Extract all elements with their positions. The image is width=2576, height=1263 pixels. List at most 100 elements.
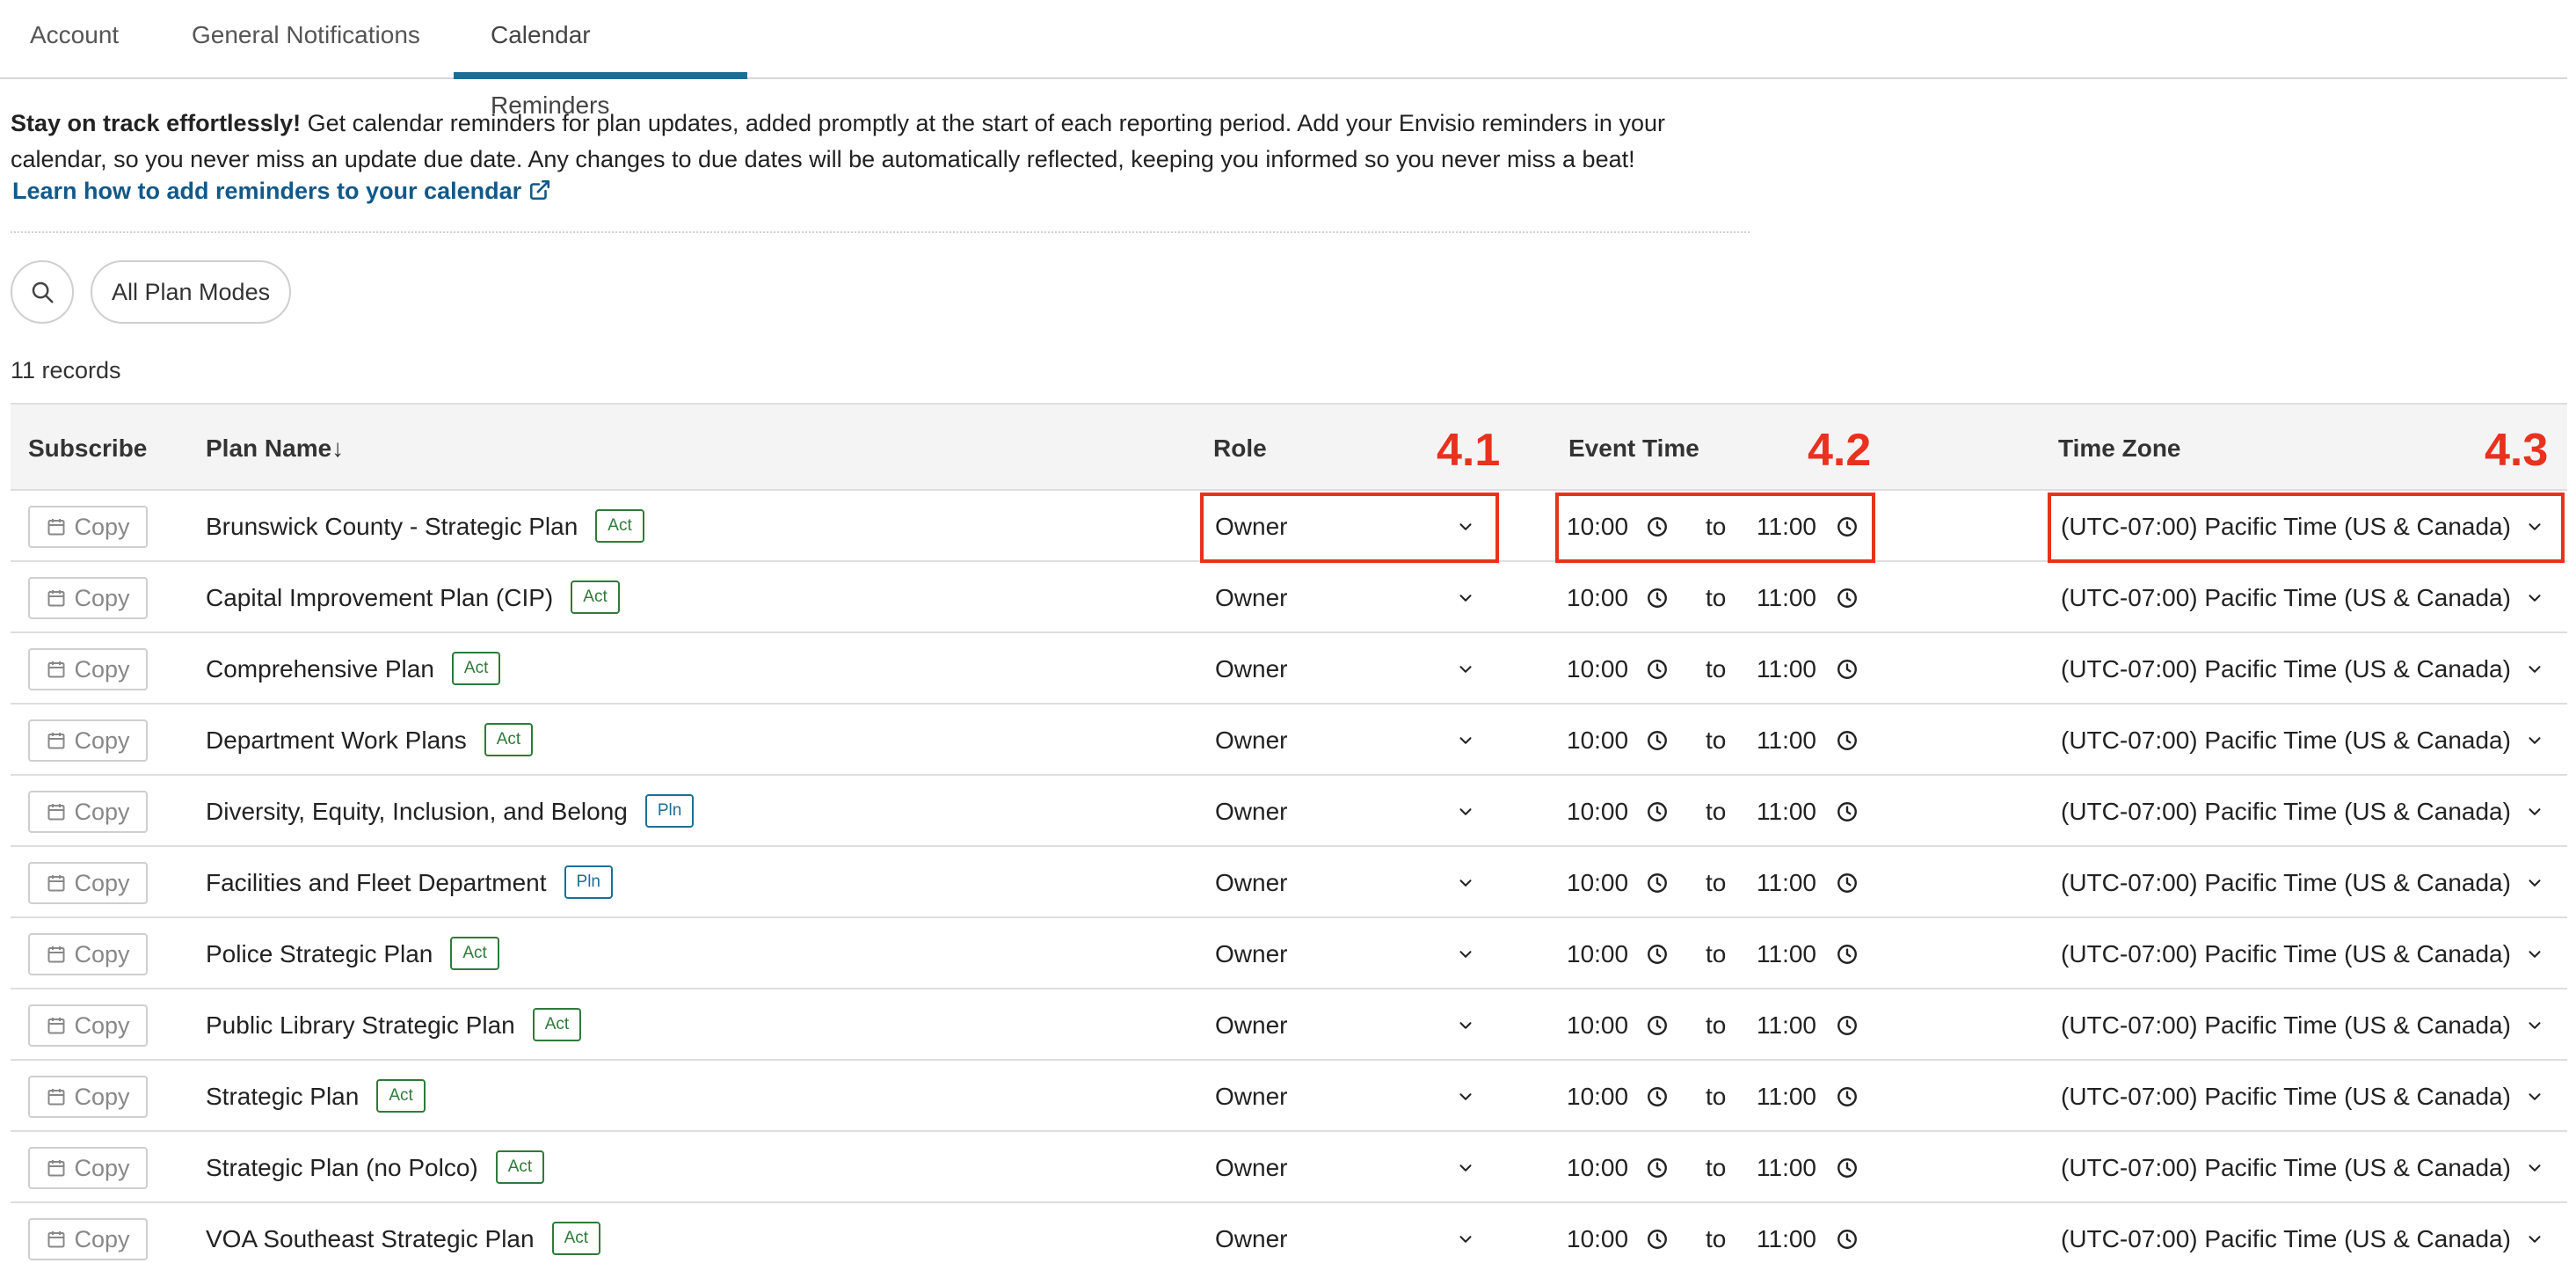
role-value: Owner (1215, 1011, 1288, 1039)
clock-icon (1648, 1087, 1667, 1106)
start-time-value: 10:00 (1567, 869, 1629, 896)
copy-button[interactable]: Copy (28, 1076, 148, 1118)
start-time-input[interactable]: 10:00 (1567, 776, 1667, 847)
calendar-icon (47, 1231, 65, 1248)
start-time-value: 10:00 (1567, 1083, 1629, 1110)
to-label: to (1706, 940, 1727, 967)
plan-name-text: Brunswick County - Strategic Plan (206, 513, 579, 540)
role-value: Owner (1215, 1083, 1288, 1110)
time-zone-value: (UTC-07:00) Pacific Time (US & Canada) (2061, 1011, 2511, 1039)
time-zone-select[interactable]: (UTC-07:00) Pacific Time (US & Canada) (2061, 1061, 2553, 1132)
column-plan-name[interactable]: Plan Name↓ (206, 405, 344, 493)
chevron-down-icon (1459, 808, 1472, 815)
end-time-value: 11:00 (1757, 940, 1816, 967)
copy-button[interactable]: Copy (28, 862, 148, 904)
end-time-input[interactable]: 11:00 (1757, 491, 1857, 562)
start-time-input[interactable]: 10:00 (1567, 989, 1667, 1061)
role-select[interactable]: Owner (1215, 1061, 1496, 1132)
tab-calendar-reminders[interactable]: Calendar Reminders (454, 0, 747, 119)
plan-name: Strategic Plan Act (206, 1061, 426, 1132)
plan-name-text: Public Library Strategic Plan (206, 1011, 515, 1039)
time-zone-select[interactable]: (UTC-07:00) Pacific Time (US & Canada) (2061, 776, 2553, 847)
end-time-input[interactable]: 11:00 (1757, 562, 1857, 633)
copy-button[interactable]: Copy (28, 648, 148, 690)
calendar-icon (47, 946, 65, 963)
time-zone-select[interactable]: (UTC-07:00) Pacific Time (US & Canada) (2061, 918, 2553, 989)
time-zone-select[interactable]: (UTC-07:00) Pacific Time (US & Canada) (2061, 633, 2553, 705)
end-time-input[interactable]: 11:00 (1757, 989, 1857, 1061)
start-time-input[interactable]: 10:00 (1567, 491, 1667, 562)
chevron-down-icon (2529, 1093, 2541, 1100)
plan-name-text: Department Work Plans (206, 726, 467, 754)
intro-bold: Stay on track effortlessly! (11, 110, 302, 136)
copy-button[interactable]: Copy (28, 1004, 148, 1047)
learn-link-label: Learn how to add reminders to your calen… (12, 178, 522, 204)
time-zone-value: (UTC-07:00) Pacific Time (US & Canada) (2061, 1225, 2511, 1252)
end-time-input[interactable]: 11:00 (1757, 633, 1857, 705)
copy-button[interactable]: Copy (28, 506, 148, 548)
copy-button[interactable]: Copy (28, 1218, 148, 1260)
table-row: Copy Police Strategic Plan Act Owner 10:00 to… (11, 918, 2567, 989)
end-time-input[interactable]: 11:00 (1757, 918, 1857, 989)
start-time-input[interactable]: 10:00 (1567, 705, 1667, 776)
column-time-zone: Time Zone (2058, 434, 2181, 462)
start-time-input[interactable]: 10:00 (1567, 1132, 1667, 1203)
time-zone-select[interactable]: (UTC-07:00) Pacific Time (US & Canada) (2061, 1203, 2553, 1263)
end-time-value: 11:00 (1757, 1083, 1816, 1110)
to-label: to (1706, 1083, 1727, 1110)
time-zone-select[interactable]: (UTC-07:00) Pacific Time (US & Canada) (2061, 562, 2553, 633)
start-time-input[interactable]: 10:00 (1567, 562, 1667, 633)
tab-bar: Account General Notifications Calendar R… (0, 0, 2567, 119)
tab-general-notifications[interactable]: General Notifications (155, 0, 457, 79)
copy-label: Copy (74, 798, 130, 825)
role-select[interactable]: Owner (1215, 989, 1496, 1061)
role-select[interactable]: Owner (1215, 1132, 1496, 1203)
time-zone-select[interactable]: (UTC-07:00) Pacific Time (US & Canada) (2061, 847, 2553, 918)
copy-button[interactable]: Copy (28, 933, 148, 975)
search-button[interactable] (11, 260, 74, 324)
plan-name: Capital Improvement Plan (CIP) Act (206, 562, 620, 633)
role-select[interactable]: Owner (1215, 705, 1496, 776)
start-time-input[interactable]: 10:00 (1567, 918, 1667, 989)
role-select[interactable]: Owner (1215, 847, 1496, 918)
clock-icon (1837, 945, 1857, 964)
role-select[interactable]: Owner (1215, 918, 1496, 989)
time-zone-select[interactable]: (UTC-07:00) Pacific Time (US & Canada) (2061, 989, 2553, 1061)
role-select[interactable]: Owner (1215, 562, 1496, 633)
copy-button[interactable]: Copy (28, 1147, 148, 1189)
copy-label: Copy (74, 584, 130, 611)
to-label: to (1706, 1011, 1727, 1039)
to-label: to (1706, 584, 1727, 611)
end-time-input[interactable]: 11:00 (1757, 1203, 1857, 1263)
role-select[interactable]: Owner (1215, 1203, 1496, 1263)
end-time-input[interactable]: 11:00 (1757, 1132, 1857, 1203)
role-value: Owner (1215, 513, 1288, 540)
role-value: Owner (1215, 798, 1288, 825)
start-time-input[interactable]: 10:00 (1567, 1061, 1667, 1132)
calendar-icon (47, 804, 65, 821)
role-select[interactable]: Owner (1215, 491, 1496, 562)
end-time-input[interactable]: 11:00 (1757, 1061, 1857, 1132)
end-time-input[interactable]: 11:00 (1757, 776, 1857, 847)
learn-reminders-link[interactable]: Learn how to add reminders to your calen… (12, 178, 551, 205)
calendar-icon (47, 1089, 65, 1106)
start-time-input[interactable]: 10:00 (1567, 1203, 1667, 1263)
copy-label: Copy (74, 1083, 130, 1110)
plan-modes-filter[interactable]: All Plan Modes (91, 260, 292, 324)
copy-button[interactable]: Copy (28, 577, 148, 619)
start-time-input[interactable]: 10:00 (1567, 847, 1667, 918)
role-select[interactable]: Owner (1215, 776, 1496, 847)
time-zone-select[interactable]: (UTC-07:00) Pacific Time (US & Canada) (2061, 705, 2553, 776)
end-time-value: 11:00 (1757, 584, 1816, 611)
plan-name-text: Capital Improvement Plan (CIP) (206, 584, 554, 611)
plan-mode-badge: Act (595, 508, 644, 543)
copy-button[interactable]: Copy (28, 791, 148, 833)
copy-button[interactable]: Copy (28, 719, 148, 762)
end-time-input[interactable]: 11:00 (1757, 705, 1857, 776)
start-time-input[interactable]: 10:00 (1567, 633, 1667, 705)
time-zone-select[interactable]: (UTC-07:00) Pacific Time (US & Canada) (2061, 491, 2553, 562)
end-time-input[interactable]: 11:00 (1757, 847, 1857, 918)
tab-account[interactable]: Account (0, 0, 156, 79)
role-select[interactable]: Owner (1215, 633, 1496, 705)
time-zone-select[interactable]: (UTC-07:00) Pacific Time (US & Canada) (2061, 1132, 2553, 1203)
